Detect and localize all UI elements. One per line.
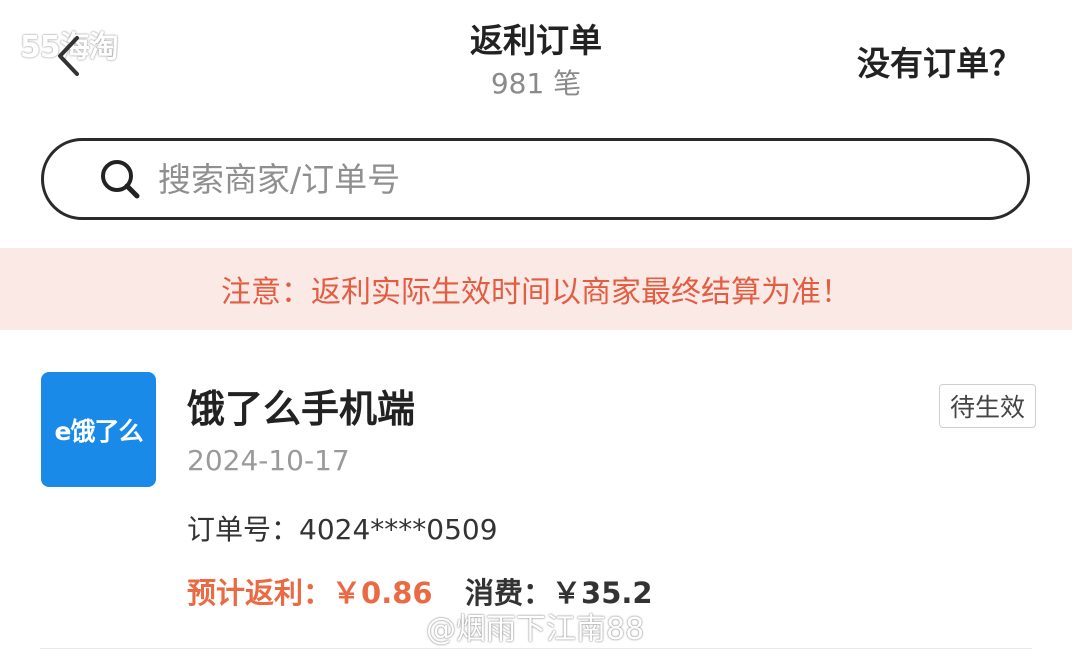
estimated-rebate: 预计返利：￥0.86 (187, 570, 433, 612)
watermark-username: @烟雨下江南88 (426, 612, 645, 647)
divider (40, 648, 1032, 649)
rebate-value: ￥0.86 (332, 576, 433, 610)
order-number-label: 订单号： (187, 513, 300, 546)
order-number-value: 4024****0509 (299, 513, 498, 546)
settlement-notice: 注意：返利实际生效时间以商家最终结算为准！ (0, 248, 1072, 330)
search-bar[interactable] (41, 138, 1030, 220)
eleme-logo: e饿了么 (41, 372, 156, 487)
search-input[interactable] (156, 158, 920, 200)
logo-text: e饿了么 (54, 416, 144, 446)
order-number: 订单号：4024****0509 (187, 508, 498, 548)
rebate-label: 预计返利： (187, 576, 333, 610)
no-orders-help-link[interactable]: 没有订单？ (857, 37, 1022, 85)
order-date: 2024-10-17 (187, 444, 350, 477)
search-icon (101, 160, 140, 199)
status-badge: 待生效 (939, 384, 1036, 428)
shop-name: 饿了么手机端 (187, 387, 416, 431)
